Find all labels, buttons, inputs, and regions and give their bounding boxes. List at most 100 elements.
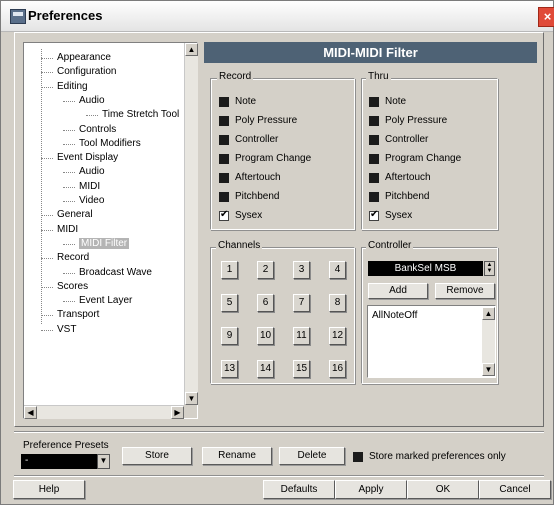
ok-button[interactable]: OK xyxy=(407,480,479,499)
tree-item[interactable]: Audio xyxy=(79,95,105,107)
checkbox[interactable] xyxy=(219,97,229,107)
tree-item-label: MIDI Filter xyxy=(79,237,130,249)
tree-item[interactable]: Controls xyxy=(79,124,116,136)
close-button[interactable]: × xyxy=(538,7,554,27)
checkbox-label: Pitchbend xyxy=(235,191,280,202)
tree-item-label: Editing xyxy=(57,80,88,92)
help-button[interactable]: Help xyxy=(13,480,85,499)
tree-item[interactable]: General xyxy=(57,209,93,221)
checkbox-label: Aftertouch xyxy=(385,172,431,183)
list-scroll-up-arrow-icon[interactable]: ▲ xyxy=(482,307,495,320)
preference-presets-select[interactable]: - ▼ xyxy=(21,454,110,469)
checkbox[interactable] xyxy=(219,192,229,202)
channel-button-14[interactable]: 14 xyxy=(257,360,274,378)
title-bar: Preferences × xyxy=(1,1,554,32)
checkbox[interactable] xyxy=(219,209,229,221)
remove-controller-button[interactable]: Remove xyxy=(435,283,495,299)
tree-item[interactable]: MIDI xyxy=(57,224,78,236)
tree-item-label: Record xyxy=(57,252,90,264)
apply-button[interactable]: Apply xyxy=(335,480,407,499)
channel-button-13[interactable]: 13 xyxy=(221,360,238,378)
tree-connector xyxy=(63,272,75,274)
checkbox[interactable] xyxy=(369,154,379,164)
controller-list-item[interactable]: AllNoteOff xyxy=(372,310,417,321)
tree-item-label: Configuration xyxy=(57,66,117,78)
add-controller-button[interactable]: Add xyxy=(368,283,428,299)
tree-connector xyxy=(86,115,98,117)
tree-item[interactable]: Event Layer xyxy=(79,295,132,307)
tree-horizontal-scrollbar[interactable]: ◀ ▶ xyxy=(24,405,184,419)
delete-button[interactable]: Delete xyxy=(279,447,345,465)
tree-item[interactable]: Record xyxy=(57,252,89,264)
channel-button-1[interactable]: 1 xyxy=(221,261,238,279)
tree-item[interactable]: Appearance xyxy=(57,52,111,64)
store-marked-checkbox[interactable] xyxy=(353,452,363,462)
tree-item[interactable]: Audio xyxy=(79,166,105,178)
checkbox-label: Note xyxy=(235,96,257,107)
tree-item[interactable]: VST xyxy=(57,324,76,336)
tree-connector xyxy=(63,143,75,145)
channel-button-9[interactable]: 9 xyxy=(221,327,238,345)
channel-button-2[interactable]: 2 xyxy=(257,261,274,279)
tree-connector xyxy=(41,158,53,160)
channel-button-3[interactable]: 3 xyxy=(293,261,310,279)
store-button[interactable]: Store xyxy=(122,447,192,465)
tree-item[interactable]: Tool Modifiers xyxy=(79,138,141,150)
checkbox[interactable] xyxy=(369,192,379,202)
tree-item[interactable]: MIDI xyxy=(79,181,100,193)
tree-item[interactable]: Scores xyxy=(57,281,88,293)
channel-button-4[interactable]: 4 xyxy=(329,261,346,279)
tree-item-label: VST xyxy=(57,323,77,335)
checkbox[interactable] xyxy=(369,209,379,221)
channel-button-6[interactable]: 6 xyxy=(257,294,274,312)
tree-vertical-scrollbar[interactable]: ▲ ▼ xyxy=(184,43,198,405)
preferences-tree[interactable]: Appearance Configuration Editing Audio Time … xyxy=(23,42,198,419)
tree-connector xyxy=(63,186,75,188)
tree-item-label: Time Stretch Tool xyxy=(102,109,180,121)
tree-connector xyxy=(41,258,53,260)
tree-item[interactable]: Configuration xyxy=(57,66,116,78)
scroll-right-arrow-icon[interactable]: ▶ xyxy=(171,406,184,419)
checkbox[interactable] xyxy=(369,173,379,183)
checkbox[interactable] xyxy=(369,97,379,107)
checkbox-label: Sysex xyxy=(385,210,413,221)
scroll-down-arrow-icon[interactable]: ▼ xyxy=(185,392,198,405)
tree-item[interactable]: MIDI Filter xyxy=(79,237,130,250)
controller-select[interactable]: BankSel MSB xyxy=(368,261,483,276)
tree-item-label: Scores xyxy=(57,280,89,292)
cancel-button[interactable]: Cancel xyxy=(479,480,551,499)
controller-spin-icon[interactable]: ▲ ▼ xyxy=(484,261,495,276)
channel-button-5[interactable]: 5 xyxy=(221,294,238,312)
checkbox[interactable] xyxy=(219,173,229,183)
checkbox[interactable] xyxy=(369,116,379,126)
tree-item[interactable]: Transport xyxy=(57,309,99,321)
channel-button-10[interactable]: 10 xyxy=(257,327,274,345)
checkbox[interactable] xyxy=(219,154,229,164)
channel-button-15[interactable]: 15 xyxy=(293,360,310,378)
chevron-down-icon[interactable]: ▼ xyxy=(97,454,110,469)
checkbox[interactable] xyxy=(369,135,379,145)
tree-item[interactable]: Editing xyxy=(57,81,88,93)
checkbox[interactable] xyxy=(219,116,229,126)
preference-presets-value: - xyxy=(25,455,29,466)
scroll-up-arrow-icon[interactable]: ▲ xyxy=(185,43,198,56)
channel-button-16[interactable]: 16 xyxy=(329,360,346,378)
rename-button[interactable]: Rename xyxy=(202,447,272,465)
controller-list[interactable]: AllNoteOff ▲ ▼ xyxy=(367,305,496,378)
preferences-window: Preferences × Appearance Configuration Edi… xyxy=(0,0,554,505)
channel-button-8[interactable]: 8 xyxy=(329,294,346,312)
list-scroll-down-arrow-icon[interactable]: ▼ xyxy=(482,363,495,376)
tree-item-label: Appearance xyxy=(57,52,111,63)
scroll-left-arrow-icon[interactable]: ◀ xyxy=(24,406,37,419)
channel-button-12[interactable]: 12 xyxy=(329,327,346,345)
defaults-button[interactable]: Defaults xyxy=(263,480,335,499)
checkbox[interactable] xyxy=(219,135,229,145)
tree-item[interactable]: Event Display xyxy=(57,152,118,164)
tree-item[interactable]: Video xyxy=(79,195,104,207)
channel-button-7[interactable]: 7 xyxy=(293,294,310,312)
channel-button-11[interactable]: 11 xyxy=(293,327,310,345)
checkbox-label: Program Change xyxy=(235,153,312,164)
controller-list-scrollbar[interactable]: ▲ ▼ xyxy=(482,307,495,376)
tree-item[interactable]: Time Stretch Tool xyxy=(102,109,179,121)
tree-item[interactable]: Broadcast Wave xyxy=(79,267,152,279)
